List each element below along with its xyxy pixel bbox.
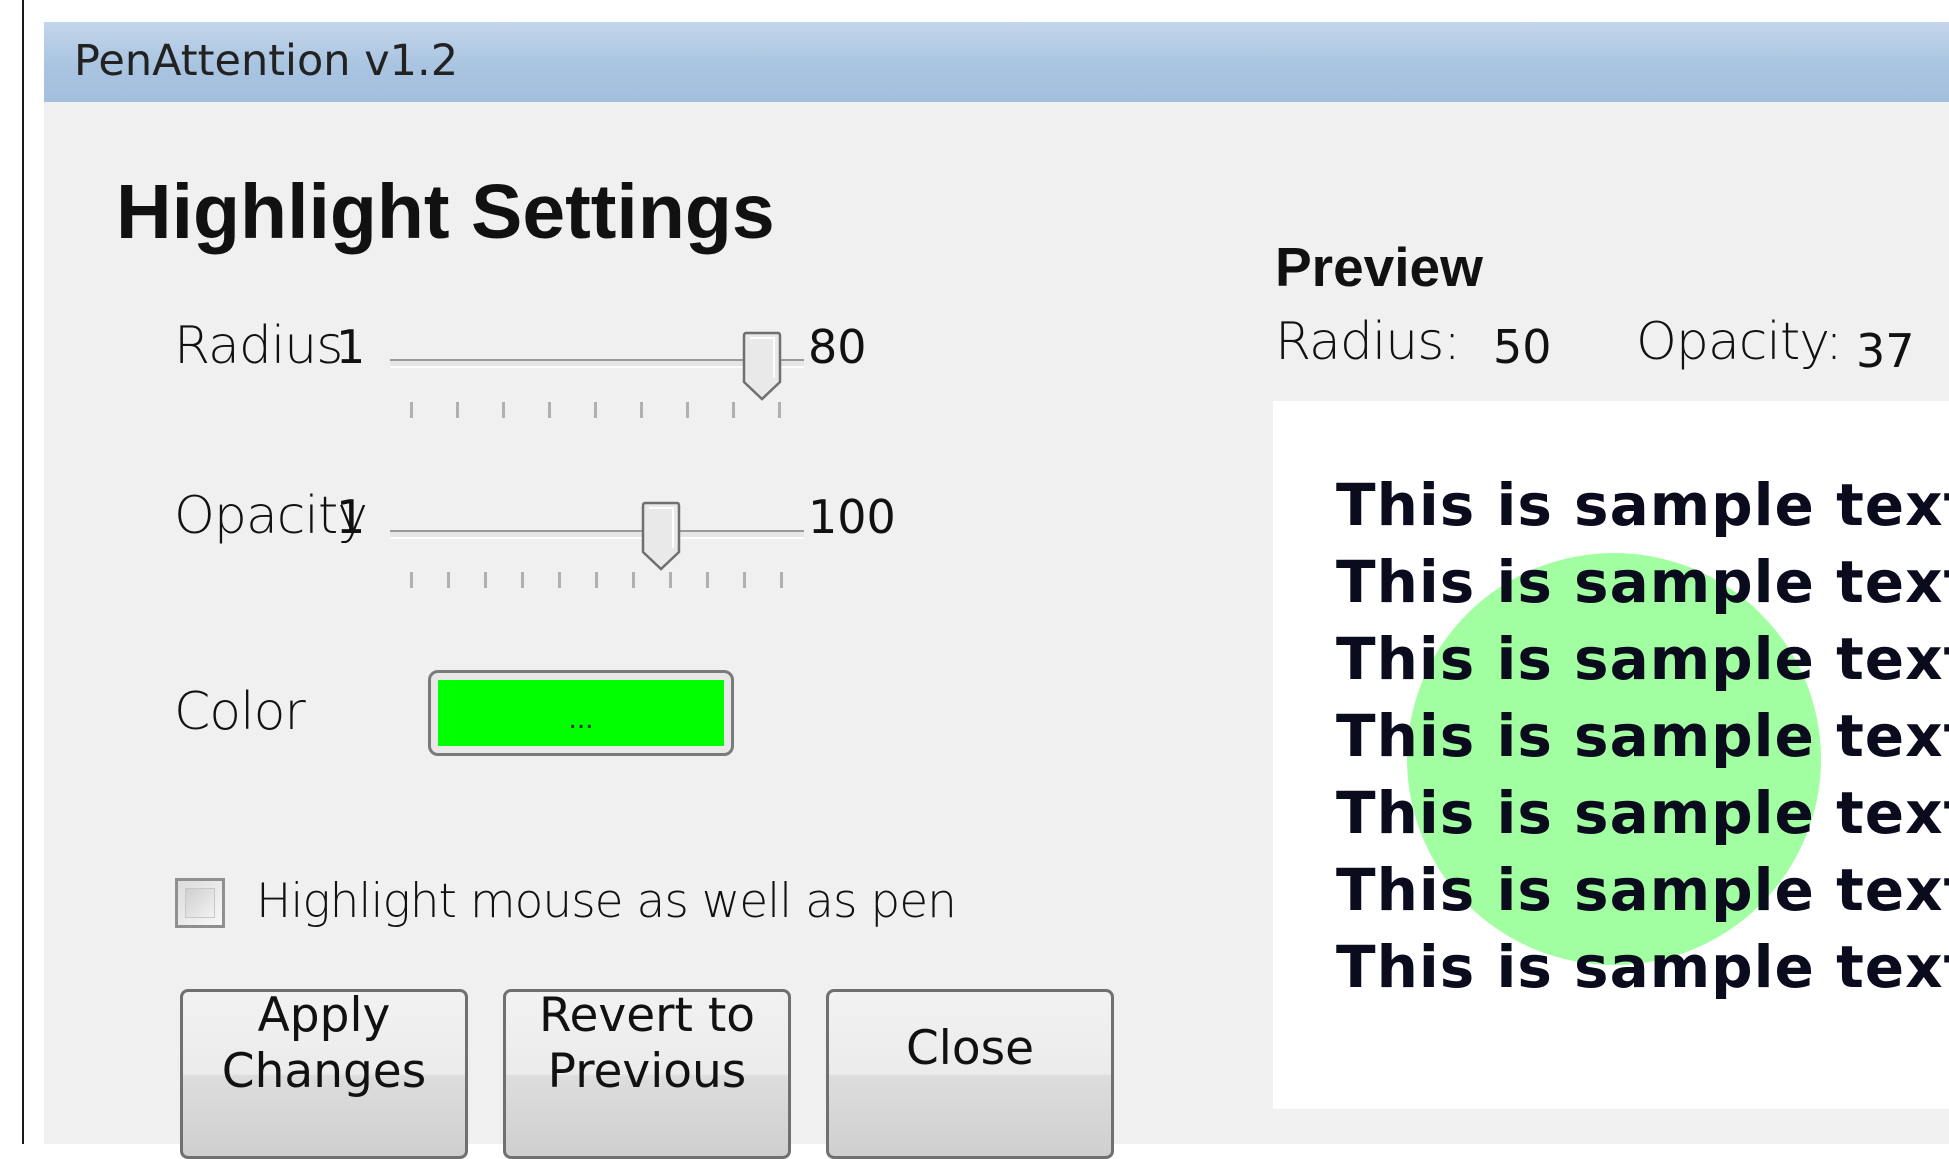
radius-slider-ticks — [410, 402, 784, 420]
radius-label: Radius — [174, 316, 343, 376]
radius-max-label: 80 — [808, 320, 867, 374]
color-label: Color — [174, 682, 306, 742]
sample-text-line: This is sample text — [1336, 702, 1949, 770]
opacity-max-label: 100 — [808, 490, 896, 544]
color-picker-button[interactable]: ... — [428, 670, 734, 756]
close-button[interactable]: Close — [826, 989, 1114, 1159]
apply-changes-label: Apply Changes — [221, 988, 427, 1099]
sample-text-block: This is sample text This is sample text … — [1336, 467, 1949, 1006]
color-button-text: ... — [568, 702, 594, 735]
revert-to-previous-label: Revert to Previous — [538, 988, 756, 1099]
sample-text-line: This is sample text — [1336, 548, 1949, 616]
color-swatch: ... — [438, 680, 724, 746]
close-label: Close — [905, 1021, 1035, 1076]
opacity-slider-ticks — [410, 572, 784, 590]
revert-to-previous-button[interactable]: Revert to Previous — [503, 988, 791, 1159]
opacity-slider-track[interactable] — [390, 530, 804, 539]
apply-changes-button[interactable]: Apply Changes — [180, 988, 468, 1159]
preview-radius-label: Radius: — [1275, 312, 1461, 372]
sample-text-line: This is sample text — [1336, 625, 1949, 693]
highlight-mouse-label[interactable]: Highlight mouse as well as pen — [256, 874, 957, 929]
sample-text-line: This is sample text — [1336, 471, 1949, 539]
sample-text-line: This is sample text — [1336, 779, 1949, 847]
radius-slider-thumb[interactable] — [742, 330, 782, 402]
sample-text-line: This is sample text — [1336, 856, 1949, 924]
window-title: PenAttention v1.2 — [74, 36, 459, 86]
sample-text-line: This is sample text — [1336, 933, 1949, 1001]
window-left-edge — [22, 0, 24, 1144]
preview-opacity-label: Opacity: — [1636, 312, 1843, 372]
opacity-min-label: 1 — [336, 490, 366, 544]
preview-opacity-value: 37 — [1856, 324, 1915, 378]
preview-title: Preview — [1275, 236, 1483, 298]
preview-area: This is sample text This is sample text … — [1273, 401, 1949, 1109]
opacity-slider-thumb[interactable] — [641, 500, 681, 572]
preview-radius-value: 50 — [1493, 320, 1552, 374]
settings-window: PenAttention v1.2 Highlight Settings Rad… — [44, 22, 1949, 1159]
highlight-mouse-checkbox[interactable] — [175, 878, 225, 928]
radius-min-label: 1 — [336, 320, 366, 374]
title-bar[interactable]: PenAttention v1.2 — [44, 22, 1949, 102]
page-title: Highlight Settings — [116, 169, 775, 255]
